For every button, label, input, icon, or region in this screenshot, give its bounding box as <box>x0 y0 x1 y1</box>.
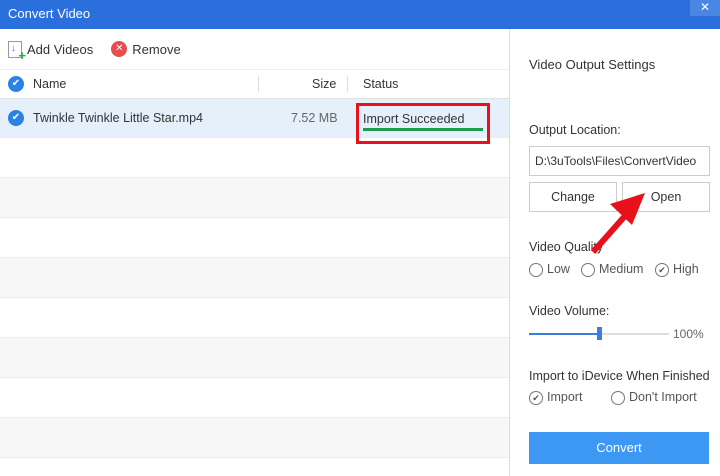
arrow-head <box>610 193 645 225</box>
annotation-arrow <box>590 193 645 254</box>
